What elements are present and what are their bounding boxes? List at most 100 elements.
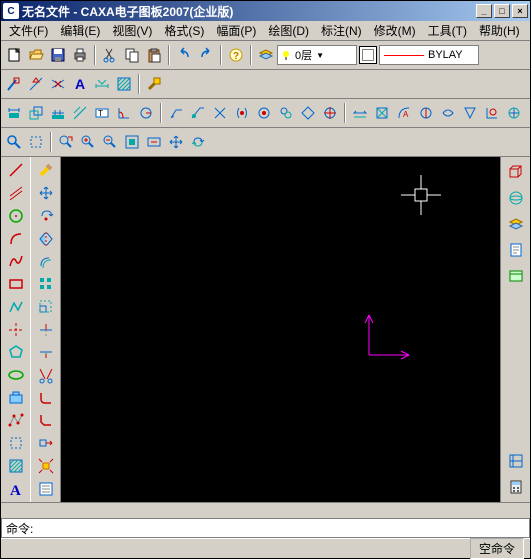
print-button[interactable] xyxy=(69,44,91,66)
close-button[interactable]: × xyxy=(512,4,528,18)
zoom-out-button[interactable] xyxy=(99,131,121,153)
horizontal-scrollbar[interactable] xyxy=(1,502,530,518)
dim-continue-button[interactable] xyxy=(47,102,69,124)
help-button[interactable]: ? xyxy=(225,44,247,66)
paste-button[interactable] xyxy=(143,44,165,66)
dim-style-button[interactable] xyxy=(91,73,113,95)
centerline-button[interactable] xyxy=(4,319,28,340)
trim-button[interactable] xyxy=(34,319,58,340)
pan-button[interactable] xyxy=(165,131,187,153)
calculator-button[interactable] xyxy=(504,475,528,499)
arc-button[interactable] xyxy=(4,228,28,249)
dim-linear-button[interactable] xyxy=(3,102,25,124)
zoom-window-button[interactable] xyxy=(25,131,47,153)
redraw-button[interactable] xyxy=(187,131,209,153)
line-button[interactable] xyxy=(4,160,28,181)
parallel-line-button[interactable] xyxy=(4,183,28,204)
dim-override-button[interactable] xyxy=(481,102,503,124)
properties-button[interactable] xyxy=(34,478,58,499)
maximize-button[interactable]: □ xyxy=(494,4,510,18)
text-button[interactable]: A xyxy=(4,478,28,499)
construction-line-button[interactable] xyxy=(4,433,28,454)
menu-help[interactable]: 帮助(H) xyxy=(473,20,526,41)
chamfer-button[interactable] xyxy=(34,410,58,431)
stretch-button[interactable] xyxy=(34,433,58,454)
dim-ordinate-button[interactable] xyxy=(415,102,437,124)
save-button[interactable] xyxy=(47,44,69,66)
text-style-button[interactable]: A xyxy=(69,73,91,95)
scale-button[interactable] xyxy=(34,296,58,317)
rotate-button[interactable] xyxy=(34,205,58,226)
zoom-previous-button[interactable] xyxy=(55,131,77,153)
3d-view-button[interactable] xyxy=(504,160,528,184)
erase-button[interactable] xyxy=(34,160,58,181)
datum-button[interactable] xyxy=(297,102,319,124)
zoom-extents-button[interactable] xyxy=(121,131,143,153)
layer-tool-button[interactable] xyxy=(504,212,528,236)
render-button[interactable] xyxy=(504,186,528,210)
layers-button[interactable] xyxy=(255,44,277,66)
osnap-midpoint-button[interactable] xyxy=(25,73,47,95)
rectangle-button[interactable] xyxy=(4,274,28,295)
mirror-button[interactable] xyxy=(34,228,58,249)
menu-format[interactable]: 格式(S) xyxy=(158,20,210,41)
block-button[interactable] xyxy=(4,387,28,408)
dim-arc-button[interactable]: A xyxy=(393,102,415,124)
dim-edit-button[interactable] xyxy=(459,102,481,124)
zoom-realtime-button[interactable] xyxy=(3,131,25,153)
dim-baseline-button[interactable] xyxy=(69,102,91,124)
menu-file[interactable]: 文件(F) xyxy=(3,20,54,41)
move-button[interactable] xyxy=(34,183,58,204)
inquiry-button[interactable] xyxy=(504,238,528,262)
dim-chord-button[interactable] xyxy=(437,102,459,124)
center-mark-button[interactable] xyxy=(319,102,341,124)
dim-angle-button[interactable] xyxy=(113,102,135,124)
break-button[interactable] xyxy=(34,365,58,386)
hatch-button[interactable] xyxy=(4,456,28,477)
dim-horiz-button[interactable] xyxy=(349,102,371,124)
offset-button[interactable] xyxy=(34,251,58,272)
dim-radius-button[interactable] xyxy=(135,102,157,124)
extend-button[interactable] xyxy=(34,342,58,363)
explode-button[interactable] xyxy=(34,456,58,477)
menu-tools[interactable]: 工具(T) xyxy=(422,20,473,41)
open-button[interactable] xyxy=(25,44,47,66)
menu-modify[interactable]: 修改(M) xyxy=(368,20,422,41)
spline-button[interactable] xyxy=(4,251,28,272)
ellipse-button[interactable] xyxy=(4,365,28,386)
layer-dropdown[interactable]: 0层 ▼ xyxy=(277,45,357,65)
library-button[interactable] xyxy=(504,264,528,288)
minimize-button[interactable]: _ xyxy=(476,4,492,18)
new-button[interactable] xyxy=(3,44,25,66)
options-button[interactable] xyxy=(504,449,528,473)
surface-button[interactable] xyxy=(275,102,297,124)
dim-update-button[interactable] xyxy=(503,102,525,124)
weld-button[interactable] xyxy=(253,102,275,124)
zoom-all-button[interactable] xyxy=(143,131,165,153)
geom-tol-button[interactable] xyxy=(209,102,231,124)
tolerance-button[interactable] xyxy=(187,102,209,124)
polygon-button[interactable] xyxy=(4,342,28,363)
dim-text-button[interactable]: T xyxy=(91,102,113,124)
menu-edit[interactable]: 编辑(E) xyxy=(54,20,106,41)
hatch-style-button[interactable] xyxy=(113,73,135,95)
osnap-intersection-button[interactable] xyxy=(47,73,69,95)
balloon-button[interactable] xyxy=(231,102,253,124)
drawing-canvas[interactable] xyxy=(61,157,500,502)
array-button[interactable] xyxy=(34,274,58,295)
line-color-button[interactable] xyxy=(357,44,379,66)
menu-draw[interactable]: 绘图(D) xyxy=(262,20,315,41)
dim-vert-button[interactable] xyxy=(371,102,393,124)
menu-dimension[interactable]: 标注(N) xyxy=(315,20,368,41)
osnap-endpoint-button[interactable] xyxy=(3,73,25,95)
undo-button[interactable] xyxy=(173,44,195,66)
leader-button[interactable] xyxy=(165,102,187,124)
match-prop-button[interactable] xyxy=(143,73,165,95)
menu-paper[interactable]: 幅面(P) xyxy=(210,20,262,41)
point-button[interactable] xyxy=(4,410,28,431)
polyline-button[interactable] xyxy=(4,296,28,317)
cut-button[interactable] xyxy=(99,44,121,66)
menu-view[interactable]: 视图(V) xyxy=(106,20,158,41)
command-line[interactable]: 命令: xyxy=(1,518,530,538)
linetype-dropdown[interactable]: BYLAY xyxy=(379,45,479,65)
